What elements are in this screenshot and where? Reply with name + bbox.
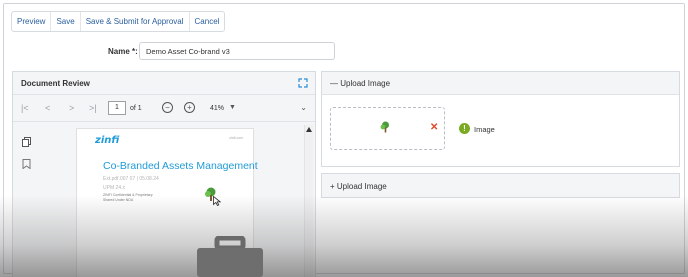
upload-image-header[interactable]: — Upload Image	[322, 72, 679, 95]
fullscreen-icon[interactable]	[298, 78, 308, 88]
bookmark-icon[interactable]	[22, 159, 31, 169]
copy-pages-icon[interactable]	[22, 137, 31, 147]
document-review-header: Document Review	[13, 72, 315, 95]
cancel-button[interactable]: Cancel	[190, 12, 225, 31]
image-status-label: Image	[474, 125, 495, 134]
upload-image-panel-collapsed[interactable]: + Upload Image	[321, 173, 680, 198]
pdf-sidebar	[13, 123, 39, 277]
scroll-up-arrow-icon[interactable]	[306, 127, 312, 132]
action-toolbar: Preview Save Save & Submit for Approval …	[11, 11, 226, 32]
zoom-out-icon[interactable]: −	[162, 102, 173, 113]
vertical-scrollbar[interactable]	[304, 125, 313, 277]
zinfi-logo: zinfi	[95, 135, 120, 146]
name-label: Name *:	[108, 47, 138, 56]
upload-image-panel: — Upload Image ✕ ! Image	[321, 71, 680, 167]
upload-image-title: — Upload Image	[330, 79, 391, 88]
alert-icon: !	[459, 123, 470, 134]
page-confidential-line: ZINFI Confidential & Proprietary	[103, 193, 153, 197]
chevron-down-icon[interactable]: ⌄	[300, 103, 307, 112]
document-review-title: Document Review	[21, 79, 90, 88]
upload-image-title-2: + Upload Image	[330, 182, 387, 191]
pdf-toolbar: |< < > >| 1 of 1 − + 41% ▼ ⌄	[13, 95, 315, 122]
briefcase-icon	[197, 236, 263, 277]
page-count: of 1	[130, 105, 142, 112]
save-submit-approval-button[interactable]: Save & Submit for Approval	[81, 12, 190, 31]
document-review-panel: Document Review |< < > >| 1 of 1 − + 41%…	[12, 71, 316, 277]
upload-image-label-2: Upload Image	[336, 182, 387, 191]
zoom-dropdown-icon[interactable]: ▼	[229, 104, 236, 111]
name-input[interactable]	[139, 42, 335, 60]
page-number-input[interactable]: 1	[108, 101, 126, 115]
page-corner-text: zinfi.com	[229, 136, 243, 140]
uploaded-image-thumbnail-icon	[380, 121, 389, 133]
save-button[interactable]: Save	[51, 12, 81, 31]
previous-page-icon[interactable]: <	[45, 103, 50, 113]
upload-image-label: Upload Image	[340, 79, 391, 88]
last-page-icon[interactable]: >|	[89, 103, 97, 113]
page-ext-line: Ext.pdf.007 07 | 05.08.24	[103, 176, 159, 182]
page-nda-line: Shared Under NDA	[103, 198, 134, 202]
zoom-level[interactable]: 41%	[210, 105, 224, 112]
first-page-icon[interactable]: |<	[21, 103, 29, 113]
next-page-icon[interactable]: >	[69, 103, 74, 113]
image-drop-zone[interactable]: ✕	[330, 107, 445, 150]
preview-button[interactable]: Preview	[12, 12, 52, 31]
zoom-in-icon[interactable]: +	[184, 102, 195, 113]
page-heading: Co-Branded Assets Management	[103, 160, 258, 172]
mouse-cursor-icon	[213, 196, 221, 206]
remove-image-icon[interactable]: ✕	[430, 122, 438, 133]
page-upm-line: UPM 24.x	[103, 185, 125, 191]
